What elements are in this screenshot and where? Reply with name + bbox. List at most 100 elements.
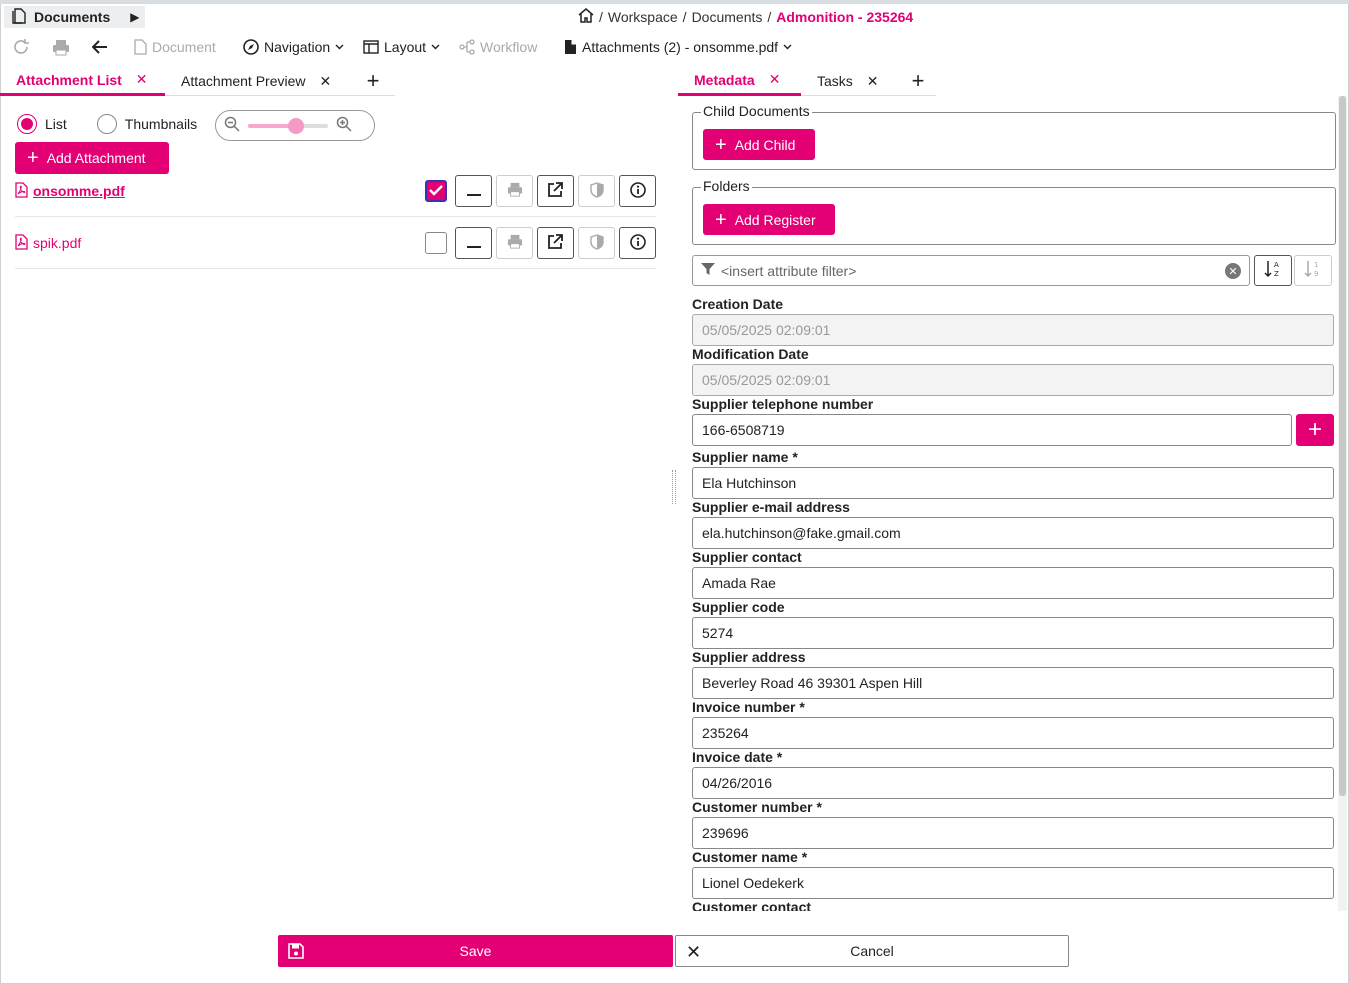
open-external-button[interactable] — [537, 227, 574, 259]
save-icon — [288, 943, 304, 962]
invoice-date-field[interactable]: 04/26/2016 — [692, 767, 1334, 799]
breadcrumb: / Workspace / Documents / Admonition - 2… — [578, 6, 913, 28]
pane-splitter-handle[interactable] — [672, 470, 676, 504]
zoom-in-icon[interactable] — [336, 116, 352, 135]
back-button[interactable] — [92, 33, 108, 61]
attachments-menu[interactable]: Attachments (2) - onsomme.pdf — [564, 33, 792, 61]
add-attachment-label: Add Attachment — [46, 150, 146, 166]
invoice-date-label: Invoice date * — [692, 749, 783, 765]
caret-right-icon: ▶ — [130, 10, 140, 24]
field-value: 166-6508719 — [702, 422, 785, 438]
breadcrumb-documents[interactable]: Documents — [692, 9, 763, 25]
sort-alpha-button[interactable]: AZ — [1254, 255, 1292, 286]
field-value: 04/26/2016 — [702, 775, 773, 791]
attachment-name: spik.pdf — [33, 235, 82, 251]
print-button[interactable] — [52, 33, 70, 61]
info-icon — [629, 181, 646, 201]
add-register-button[interactable]: + Add Register — [703, 204, 835, 235]
pdf-icon — [15, 233, 28, 253]
field-value: 239696 — [702, 825, 749, 841]
print-attachment-button[interactable] — [496, 227, 533, 259]
close-icon[interactable]: ✕ — [320, 73, 332, 90]
add-child-button[interactable]: + Add Child — [703, 129, 815, 160]
app-switcher[interactable]: Documents ▶ — [4, 6, 145, 28]
save-button[interactable]: Save — [278, 935, 673, 967]
navigation-menu[interactable]: Navigation — [243, 33, 344, 61]
attachment-checkbox[interactable] — [425, 180, 447, 202]
scrollbar-thumb[interactable] — [1339, 96, 1346, 796]
supplier-address-field[interactable]: Beverley Road 46 39301 Aspen Hill — [692, 667, 1334, 699]
print-attachment-button[interactable] — [496, 175, 533, 207]
plus-icon: + — [715, 133, 727, 156]
refresh-icon — [12, 38, 30, 56]
attachment-info-button[interactable] — [619, 175, 656, 207]
customer-number-label: Customer number * — [692, 799, 822, 815]
close-icon[interactable]: ✕ — [136, 71, 148, 88]
add-telephone-button[interactable]: + — [1296, 414, 1334, 446]
attachment-row: onsomme.pdf — [15, 165, 656, 217]
creation-date-field[interactable]: 05/05/2025 02:09:01 — [692, 314, 1334, 346]
customer-contact-label: Customer contact — [692, 899, 812, 911]
pdf-icon — [15, 181, 28, 201]
shield-icon — [589, 181, 604, 201]
zoom-out-icon[interactable] — [224, 116, 240, 135]
remove-attachment-button[interactable] — [455, 175, 492, 207]
close-icon[interactable]: ✕ — [867, 73, 879, 90]
supplier-code-field[interactable]: 5274 — [692, 617, 1334, 649]
tab-metadata[interactable]: Metadata ✕ — [678, 66, 801, 96]
layout-menu[interactable]: Layout — [363, 33, 440, 61]
tab-tasks[interactable]: Tasks ✕ — [801, 66, 898, 96]
supplier-contact-field[interactable]: Amada Rae — [692, 567, 1334, 599]
zoom-slider-handle[interactable] — [288, 117, 304, 134]
modification-date-field[interactable]: 05/05/2025 02:09:01 — [692, 364, 1334, 396]
add-tab-button[interactable]: + — [353, 66, 393, 96]
view-mode-group: List Thumbnails — [17, 114, 197, 134]
tab-attachment-preview[interactable]: Attachment Preview ✕ — [165, 66, 353, 96]
protect-attachment-button[interactable] — [578, 175, 615, 207]
protect-attachment-button[interactable] — [578, 227, 615, 259]
document-menu[interactable]: Document — [134, 33, 216, 61]
metadata-panel: Child Documents + Add Child Folders + Ad… — [678, 96, 1338, 911]
breadcrumb-workspace[interactable]: Workspace — [608, 9, 678, 25]
view-list-radio[interactable] — [17, 114, 37, 134]
view-thumbnails-radio[interactable] — [96, 114, 117, 134]
invoice-number-field[interactable]: 235264 — [692, 717, 1334, 749]
close-icon: ✕ — [686, 942, 702, 962]
supplier-name-field[interactable]: Ela Hutchinson — [692, 467, 1334, 499]
home-icon[interactable] — [578, 8, 594, 26]
supplier-telephone-field[interactable]: 166-6508719 — [692, 414, 1292, 446]
workflow-menu[interactable]: Workflow — [459, 33, 537, 61]
attachment-link[interactable]: spik.pdf — [15, 217, 81, 269]
cancel-label: Cancel — [850, 943, 894, 959]
documents-icon — [12, 7, 26, 27]
workflow-menu-label: Workflow — [480, 39, 538, 55]
add-child-label: Add Child — [734, 136, 796, 153]
field-value: 05/05/2025 02:09:01 — [702, 372, 831, 388]
metadata-scrollbar[interactable] — [1338, 96, 1347, 911]
layout-icon — [363, 40, 379, 54]
attribute-filter-input[interactable]: <insert attribute filter> ✕ — [692, 255, 1250, 286]
refresh-button[interactable] — [12, 33, 30, 61]
attachments-menu-label: Attachments (2) - onsomme.pdf — [582, 39, 779, 55]
remove-attachment-button[interactable] — [455, 227, 492, 259]
customer-name-field[interactable]: Lionel Oedekerk — [692, 867, 1334, 899]
plus-icon: + — [1307, 416, 1322, 443]
customer-number-field[interactable]: 239696 — [692, 817, 1334, 849]
clear-filter-icon[interactable]: ✕ — [1225, 263, 1241, 279]
sort-numeric-button[interactable]: 19 — [1294, 255, 1332, 286]
supplier-code-label: Supplier code — [692, 599, 785, 615]
save-label: Save — [459, 943, 492, 959]
cancel-button[interactable]: ✕ Cancel — [675, 935, 1069, 967]
plus-icon: + — [366, 68, 380, 93]
add-tab-button[interactable]: + — [898, 66, 938, 96]
open-external-button[interactable] — [537, 175, 574, 207]
attachment-checkbox[interactable] — [425, 232, 447, 254]
attachment-info-button[interactable] — [619, 227, 656, 259]
attachment-link[interactable]: onsomme.pdf — [15, 165, 125, 217]
tab-attachment-list[interactable]: Attachment List ✕ — [0, 66, 165, 96]
supplier-email-field[interactable]: ela.hutchinson@fake.gmail.com — [692, 517, 1334, 549]
zoom-slider[interactable] — [248, 117, 328, 134]
compass-icon — [243, 39, 259, 55]
close-icon[interactable]: ✕ — [769, 71, 781, 88]
left-tabbar: Attachment List ✕ Attachment Preview ✕ + — [0, 66, 393, 96]
